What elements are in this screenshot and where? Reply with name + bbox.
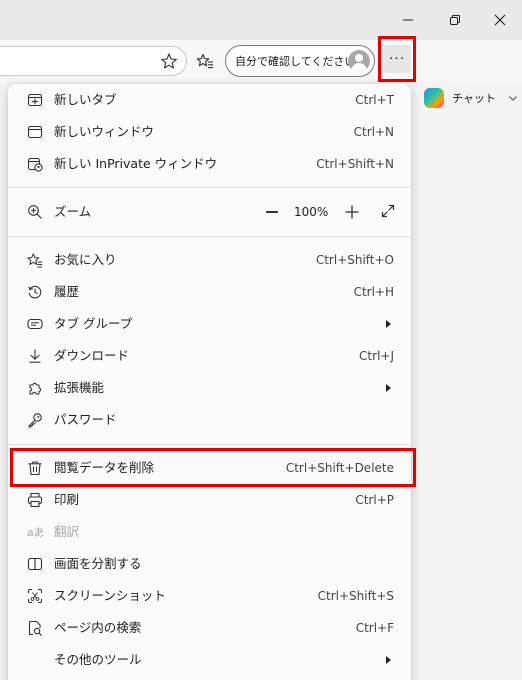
profile-label: 自分で確認してください	[235, 55, 356, 68]
printer-icon	[27, 492, 43, 508]
new-window-icon	[27, 124, 43, 140]
menu-item-history[interactable]: 履歴 Ctrl+H	[8, 276, 411, 308]
menu-item-new-window[interactable]: 新しいウィンドウ Ctrl+N	[8, 116, 411, 148]
favorites-icon	[27, 252, 43, 268]
download-icon	[27, 348, 43, 364]
zoom-out-button[interactable]	[266, 211, 278, 213]
menu-item-label: 履歴	[54, 284, 80, 299]
split-screen-icon	[27, 556, 43, 572]
menu-divider	[8, 236, 411, 237]
menu-item-shortcut: Ctrl+P	[355, 493, 394, 507]
menu-divider	[8, 187, 411, 188]
menu-item-label: 画面を分割する	[54, 556, 142, 571]
menu-item-label: 拡張機能	[54, 380, 105, 395]
browser-toolbar: 自分で確認してください チャット	[0, 40, 522, 108]
puzzle-icon	[27, 380, 43, 396]
key-icon	[27, 412, 43, 428]
menu-item-shortcut: Ctrl+Shift+O	[315, 253, 394, 267]
menu-item-translate: aあ 翻訳	[8, 516, 411, 548]
close-button[interactable]	[477, 0, 522, 40]
new-tab-icon	[27, 92, 43, 108]
zoom-in-button[interactable]	[344, 204, 360, 220]
add-favorite-button[interactable]	[158, 50, 180, 72]
close-icon	[494, 14, 506, 26]
translate-icon: aあ	[27, 524, 43, 540]
more-icon: ···	[383, 45, 411, 73]
inprivate-icon	[27, 156, 43, 172]
find-in-page-icon	[27, 620, 43, 636]
zoom-value: 100%	[294, 205, 329, 219]
submenu-arrow-icon	[386, 384, 391, 392]
settings-and-more-button[interactable]: ···	[378, 36, 416, 82]
tab-groups-icon	[27, 316, 43, 332]
menu-item-more-tools[interactable]: その他のツール	[8, 644, 411, 676]
menu-item-shortcut: Ctrl+H	[353, 285, 394, 299]
settings-menu: 新しいタブ Ctrl+T 新しいウィンドウ Ctrl+N 新しい InPriva…	[8, 84, 411, 680]
menu-item-label: ダウンロード	[54, 348, 130, 363]
copilot-icon	[424, 88, 444, 108]
menu-item-label: お気に入り	[54, 252, 117, 267]
menu-item-label: 印刷	[54, 492, 80, 507]
star-icon	[161, 53, 177, 69]
menu-item-shortcut: Ctrl+J	[359, 349, 394, 363]
submenu-arrow-icon	[386, 656, 391, 664]
menu-item-shortcut: Ctrl+Shift+N	[316, 157, 394, 171]
clear-browsing-data-highlight	[10, 448, 416, 487]
copilot-label: チャット	[452, 92, 496, 105]
menu-item-label: ページ内の検索	[54, 620, 142, 635]
title-bar	[0, 0, 522, 40]
menu-item-new-tab[interactable]: 新しいタブ Ctrl+T	[8, 84, 411, 116]
menu-item-zoom: ズーム 100%	[8, 196, 411, 228]
copilot-button[interactable]: チャット	[424, 88, 518, 108]
menu-item-shortcut: Ctrl+Shift+S	[317, 589, 394, 603]
menu-item-label: パスワード	[54, 412, 117, 427]
favorites-icon	[196, 53, 213, 69]
svg-text:aあ: aあ	[27, 526, 43, 539]
restore-icon	[450, 15, 460, 25]
menu-item-shortcut: Ctrl+N	[353, 125, 394, 139]
browser-window: 自分で確認してください チャット ··· 新しいタブ Ctrl+T 新しいウィン	[0, 0, 522, 680]
fullscreen-icon[interactable]	[381, 204, 395, 218]
menu-item-screenshot[interactable]: スクリーンショット Ctrl+Shift+S	[8, 580, 411, 612]
menu-item-find-on-page[interactable]: ページ内の検索 Ctrl+F	[8, 612, 411, 644]
menu-item-label: 翻訳	[54, 524, 80, 539]
history-icon	[27, 284, 43, 300]
profile-button[interactable]: 自分で確認してください	[225, 45, 375, 77]
menu-item-label: スクリーンショット	[54, 588, 166, 603]
menu-item-new-inprivate[interactable]: 新しい InPrivate ウィンドウ Ctrl+Shift+N	[8, 148, 411, 180]
menu-divider	[8, 444, 411, 445]
screenshot-icon	[27, 588, 43, 604]
menu-item-extensions[interactable]: 拡張機能	[8, 372, 411, 404]
menu-item-shortcut: Ctrl+F	[355, 621, 394, 635]
menu-item-downloads[interactable]: ダウンロード Ctrl+J	[8, 340, 411, 372]
menu-item-favorites[interactable]: お気に入り Ctrl+Shift+O	[8, 244, 411, 276]
zoom-label: ズーム	[54, 204, 92, 219]
restore-button[interactable]	[432, 0, 478, 40]
zoom-icon	[27, 204, 43, 220]
menu-item-split-screen[interactable]: 画面を分割する	[8, 548, 411, 580]
menu-item-shortcut: Ctrl+T	[355, 93, 394, 107]
menu-item-label: 新しいウィンドウ	[54, 124, 155, 139]
submenu-arrow-icon	[386, 320, 391, 328]
menu-item-tab-groups[interactable]: タブ グループ	[8, 308, 411, 340]
menu-item-label: その他のツール	[54, 652, 142, 667]
menu-item-passwords[interactable]: パスワード	[8, 404, 411, 436]
minimize-button[interactable]	[385, 0, 431, 40]
menu-item-print[interactable]: 印刷 Ctrl+P	[8, 484, 411, 516]
avatar	[348, 50, 370, 72]
favorites-button[interactable]	[194, 50, 216, 72]
menu-item-label: 新しいタブ	[54, 92, 117, 107]
menu-item-label: タブ グループ	[54, 316, 133, 331]
menu-item-label: 新しい InPrivate ウィンドウ	[54, 156, 218, 171]
minimize-icon	[403, 19, 413, 21]
chevron-down-icon	[509, 96, 517, 101]
